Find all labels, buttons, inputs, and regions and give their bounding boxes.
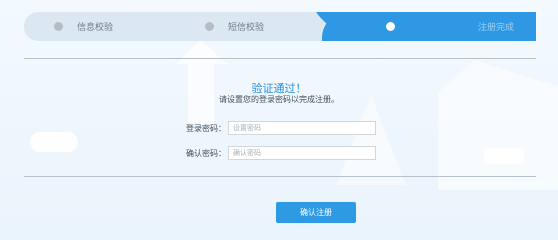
- step-label: 注册完成: [478, 23, 515, 33]
- step-dot-icon: [386, 22, 395, 31]
- step-info-verify: 信息校验: [54, 12, 113, 41]
- step-register-complete: [386, 12, 395, 41]
- divider: [24, 176, 536, 177]
- login-password-input[interactable]: [228, 121, 376, 135]
- background-arrow-decoration: [175, 40, 227, 64]
- step-dot-icon: [54, 22, 63, 31]
- confirm-password-row: 确认密码：: [150, 146, 376, 160]
- step-dot-icon: [205, 22, 214, 31]
- login-password-row: 登录密码：: [150, 121, 376, 135]
- step-sms-verify: 短信校验: [205, 12, 264, 41]
- step-label: 信息校验: [77, 23, 114, 33]
- confirm-register-button[interactable]: 确认注册: [276, 202, 356, 223]
- verify-success-subtitle: 请设置您的登录密码以完成注册。: [219, 95, 339, 104]
- register-page: 信息校验 短信校验 注册完成 验证通过！ 请设置您的登录密码以完成注册。 登录密…: [0, 0, 558, 240]
- registration-steps-bar: 信息校验 短信校验 注册完成: [24, 12, 536, 41]
- login-password-label: 登录密码：: [186, 123, 226, 133]
- confirm-password-label: 确认密码：: [186, 148, 226, 158]
- step-label: 短信校验: [228, 23, 265, 33]
- background-cloud-left: [30, 132, 78, 152]
- confirm-password-input[interactable]: [228, 146, 376, 160]
- background-tree-decoration: [336, 95, 406, 185]
- divider: [24, 58, 536, 59]
